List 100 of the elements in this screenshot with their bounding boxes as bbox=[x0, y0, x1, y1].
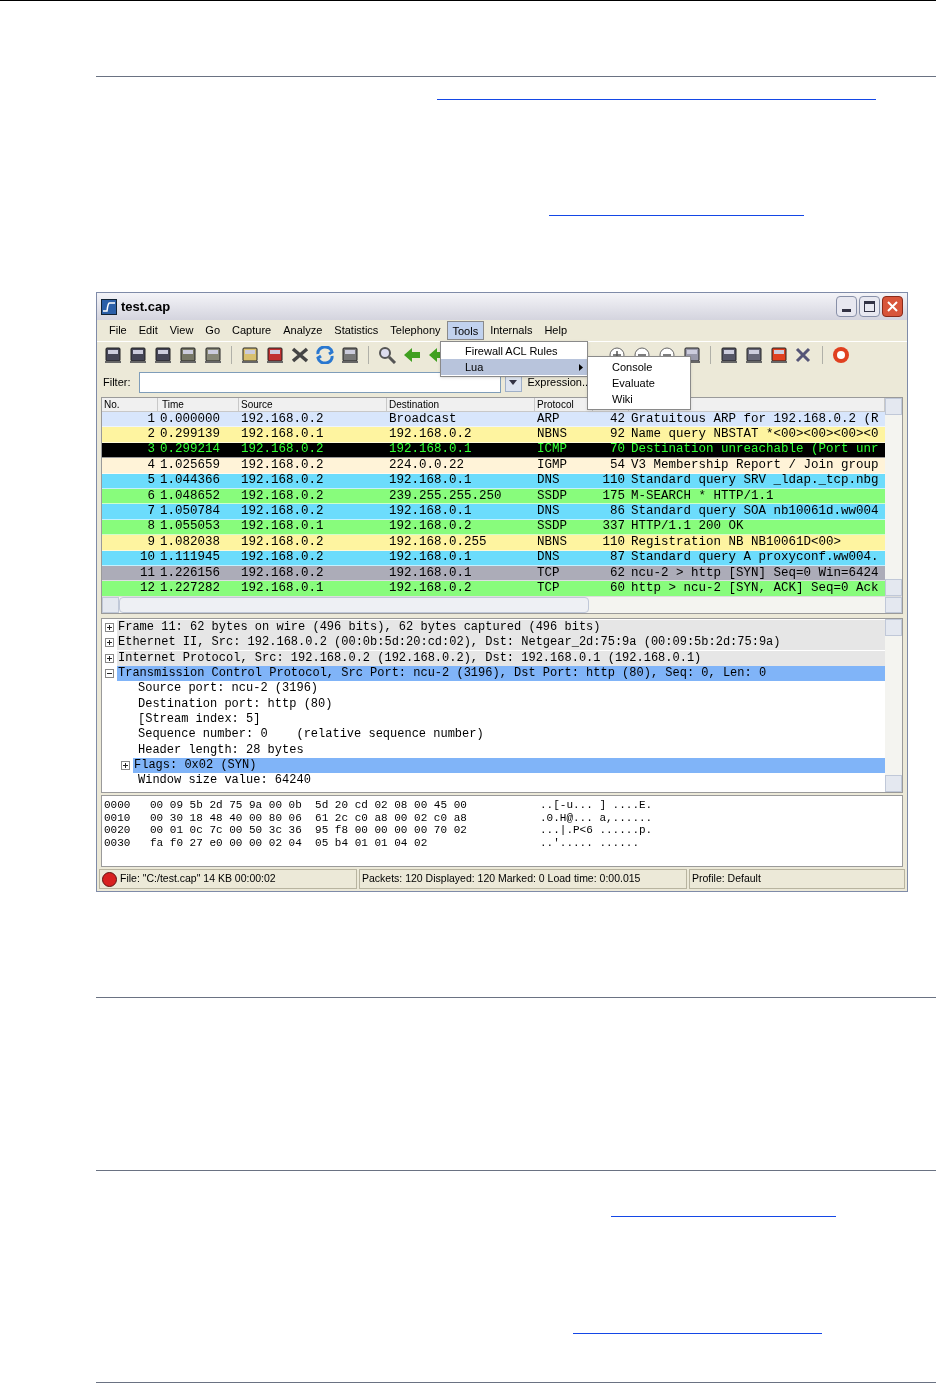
column-header[interactable]: No. bbox=[104, 399, 120, 410]
hex-ascii: .0.H@... a,...... bbox=[540, 811, 653, 824]
hex-bytes: 00 30 18 48 40 00 80 06 61 2c c0 a8 00 02 c0 a8 bbox=[150, 811, 468, 824]
tree-row[interactable]: Source port: ncu-2 (3196) bbox=[137, 681, 885, 697]
caret-icon bbox=[509, 379, 517, 385]
menu-item[interactable]: Wiki bbox=[588, 391, 690, 407]
maximize-button[interactable] bbox=[859, 296, 880, 317]
packet-row[interactable]: 2 0.299139 192.168.0.1 192.168.0.2 NBNS 92 Name query NBSTAT *<00><00><00><0 bbox=[102, 427, 885, 443]
menu-item[interactable]: Internals bbox=[484, 321, 539, 340]
menu-item[interactable]: Firewall ACL Rules bbox=[441, 343, 587, 359]
table-cell: 8 bbox=[147, 519, 155, 534]
table-cell: 0.000000 bbox=[160, 412, 220, 426]
menu-item[interactable]: Edit bbox=[132, 321, 164, 340]
menu-item[interactable]: Capture bbox=[226, 321, 278, 340]
menu-item[interactable]: Tools bbox=[446, 321, 485, 340]
expand-icon[interactable] bbox=[105, 653, 114, 663]
table-cell: 92 bbox=[610, 427, 625, 442]
expression-button[interactable]: Expression.. bbox=[525, 372, 591, 392]
scrollbar[interactable] bbox=[885, 398, 902, 596]
table-cell: 192.168.0.1 bbox=[241, 581, 324, 595]
expand-icon[interactable] bbox=[105, 638, 114, 648]
hex-offset: 0000 bbox=[104, 799, 132, 812]
tree-row[interactable]: Internet Protocol, Src: 192.168.0.2 (192.168.0.2), Dst: 192.168.0.1 (192.168.0.1) bbox=[117, 650, 885, 666]
table-cell: 0.299214 bbox=[160, 442, 220, 457]
menu-item[interactable]: File bbox=[103, 321, 133, 340]
table-cell: ncu-2 > http [SYN] Seq=0 Win=6424 bbox=[631, 565, 879, 580]
packet-row[interactable]: 9 1.082038 192.168.0.2 192.168.0.255 NBNS 110 Registration NB NB10061D<00> bbox=[102, 535, 885, 551]
menu-item[interactable]: Statistics bbox=[328, 321, 385, 340]
filter-label: Filter: bbox=[103, 374, 131, 390]
menu-item[interactable]: Console bbox=[588, 359, 690, 375]
menu-item[interactable]: View bbox=[163, 321, 200, 340]
reload-icon[interactable] bbox=[315, 345, 335, 364]
close-icon bbox=[887, 301, 898, 312]
expand-icon[interactable] bbox=[121, 760, 130, 770]
menu-item[interactable]: Lua bbox=[441, 359, 587, 375]
packet-row[interactable]: 4 1.025659 192.168.0.2 224.0.0.22 IGMP 54 V3 Membership Report / Join group bbox=[102, 458, 885, 474]
column-header[interactable]: Source bbox=[241, 399, 273, 410]
table-cell: 192.168.0.1 bbox=[241, 427, 324, 442]
tree-row[interactable]: Header length: 28 bytes bbox=[137, 742, 885, 758]
table-cell: 1.050784 bbox=[160, 504, 220, 519]
tree-row[interactable]: Destination port: http (80) bbox=[137, 696, 885, 712]
table-cell: 192.168.0.2 bbox=[241, 550, 324, 565]
close-icon[interactable] bbox=[290, 345, 310, 364]
minimize-button[interactable] bbox=[836, 296, 857, 317]
menu-item[interactable]: Telephony bbox=[384, 321, 447, 340]
tree-row[interactable]: Ethernet II, Src: 192.168.0.2 (00:0b:5d:20:cd:02), Dst: Netgear_2d:75:9a (00:09:5b:2d:75:9a) bbox=[117, 635, 885, 651]
table-cell: 192.168.0.1 bbox=[389, 473, 472, 488]
table-cell: 12 bbox=[140, 581, 155, 595]
tree-row[interactable]: Window size value: 64240 bbox=[137, 773, 885, 789]
table-cell: 110 bbox=[602, 535, 625, 549]
window-title: test.cap bbox=[121, 297, 171, 316]
table-cell: 1.025659 bbox=[160, 458, 220, 472]
table-cell: Broadcast bbox=[389, 412, 457, 426]
table-cell: 1.082038 bbox=[160, 535, 220, 549]
packet-row[interactable]: 12 1.227282 192.168.0.1 192.168.0.2 TCP 60 http > ncu-2 [SYN, ACK] Seq=0 Ack bbox=[102, 581, 885, 596]
menu-item[interactable]: Help bbox=[538, 321, 573, 340]
status-icon[interactable] bbox=[102, 871, 117, 887]
collapse-icon[interactable] bbox=[105, 669, 114, 679]
table-cell: 192.168.0.1 bbox=[241, 519, 324, 534]
menu-item[interactable]: Analyze bbox=[277, 321, 329, 340]
table-cell: 10 bbox=[140, 550, 155, 565]
search-icon[interactable] bbox=[377, 345, 397, 364]
column-header[interactable]: Time bbox=[162, 399, 184, 410]
table-cell: Standard query SOA nb10061d.ww004 bbox=[631, 504, 879, 519]
hex-bytes: 00 01 0c 7c 00 50 3c 36 95 f8 00 00 00 00 70 02 bbox=[150, 824, 468, 837]
tree-row[interactable]: Frame 11: 62 bytes on wire (496 bits), 62 bytes captured (496 bits) bbox=[117, 620, 885, 636]
horizontal-scrollbar[interactable] bbox=[102, 596, 902, 613]
table-cell: 192.168.0.2 bbox=[389, 519, 472, 534]
table-cell: DNS bbox=[537, 550, 560, 565]
table-cell: SSDP bbox=[537, 488, 567, 503]
close-button[interactable] bbox=[882, 296, 903, 317]
minimize-icon bbox=[842, 309, 851, 312]
table-cell: Registration NB NB10061D<00> bbox=[631, 535, 842, 549]
table-cell: 5 bbox=[147, 473, 155, 488]
column-header[interactable]: Protocol bbox=[537, 399, 574, 410]
packet-row[interactable]: 7 1.050784 192.168.0.2 192.168.0.1 DNS 86 Standard query SOA nb10061d.ww004 bbox=[102, 504, 885, 520]
packet-row[interactable]: 1 0.000000 192.168.0.2 Broadcast ARP 42 Gratuitous ARP for 192.168.0.2 (R bbox=[102, 412, 885, 428]
scrollbar[interactable] bbox=[885, 619, 902, 792]
column-header[interactable]: Destination bbox=[389, 399, 440, 410]
tree-row[interactable]: Flags: 0x02 (SYN) bbox=[133, 757, 885, 773]
table-cell: 192.168.0.1 bbox=[389, 565, 472, 580]
table-cell: DNS bbox=[537, 504, 560, 519]
table-cell: 1.227282 bbox=[160, 581, 220, 595]
table-cell: 70 bbox=[610, 442, 625, 457]
table-cell: 192.168.0.2 bbox=[241, 488, 324, 503]
tree-row[interactable]: Transmission Control Protocol, Src Port: ncu-2 (3196), Dst Port: http (80), Seq: 0, Len: 0 bbox=[117, 666, 885, 682]
table-cell: 1.055053 bbox=[160, 519, 220, 534]
table-cell: Gratuitous ARP for 192.168.0.2 (R bbox=[631, 412, 879, 426]
tree-row[interactable]: Sequence number: 0 (relative sequence number) bbox=[137, 727, 885, 743]
menu-item[interactable]: Go bbox=[199, 321, 227, 340]
table-cell: 192.168.0.2 bbox=[241, 473, 324, 488]
filter-field[interactable] bbox=[138, 371, 501, 393]
table-cell: 1.226156 bbox=[160, 565, 220, 580]
status-text: Packets: 120 Displayed: 120 Marked: 0 Load time: 0:00.015 bbox=[362, 871, 641, 887]
table-cell: 192.168.0.1 bbox=[389, 504, 472, 519]
table-cell: ARP bbox=[537, 412, 560, 426]
expand-icon[interactable] bbox=[105, 623, 114, 633]
menu-item[interactable]: Evaluate bbox=[588, 375, 690, 391]
back-arrow-icon[interactable] bbox=[402, 345, 422, 364]
tree-row[interactable]: [Stream index: 5] bbox=[137, 711, 885, 727]
